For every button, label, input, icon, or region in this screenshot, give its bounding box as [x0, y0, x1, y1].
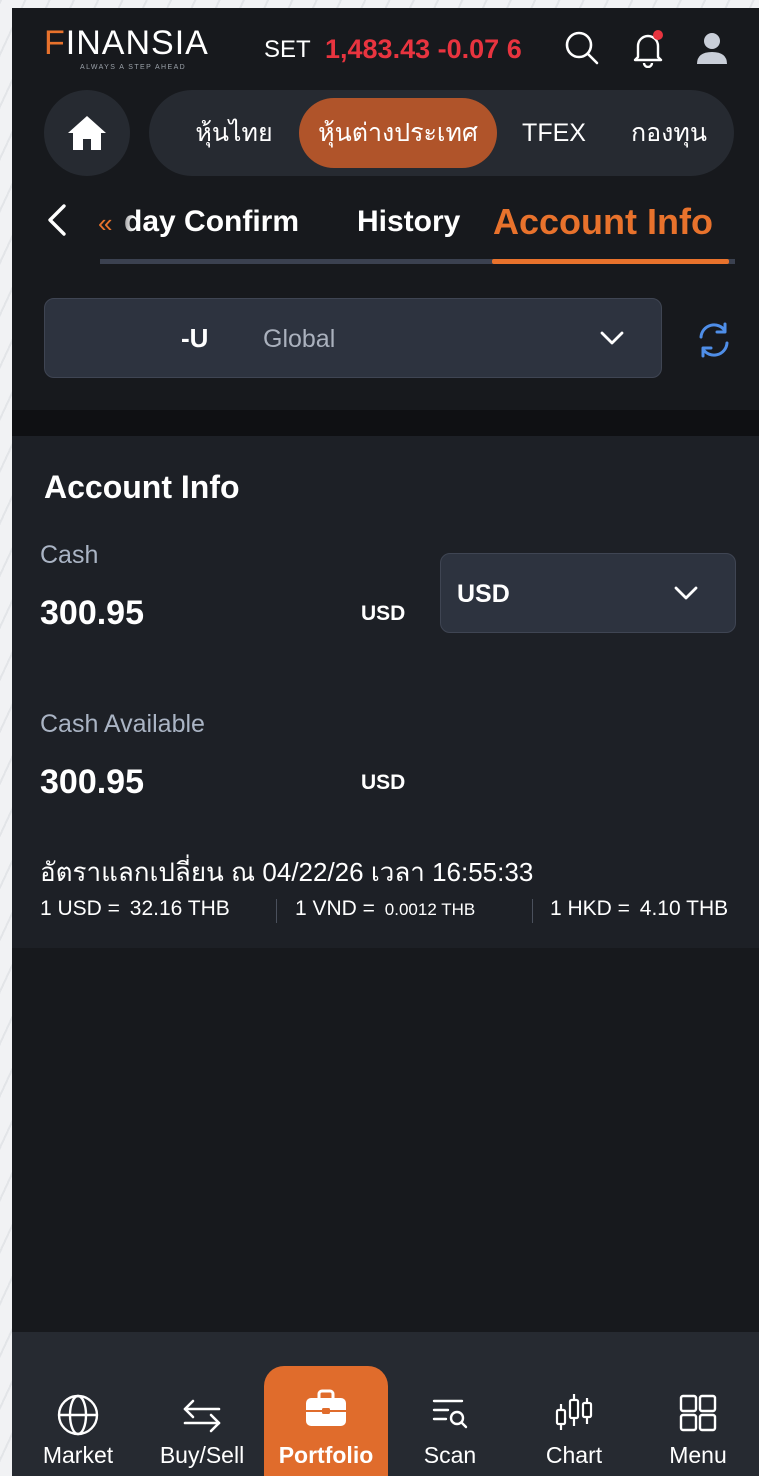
- subtab-account-info[interactable]: Account Info: [493, 201, 713, 243]
- scroll-left-icon[interactable]: «: [98, 208, 112, 239]
- set-index-value: 1,483.43: [325, 34, 431, 64]
- exchange-rate-title: อัตราแลกเปลี่ยน ณ 04/22/26 เวลา 16:55:33: [40, 857, 534, 887]
- nav-tab-thai-stocks[interactable]: หุ้นไทย: [169, 98, 299, 168]
- nav-tab-tfex[interactable]: TFEX: [505, 98, 603, 168]
- cash-unit: USD: [361, 602, 406, 625]
- search-icon: [565, 31, 599, 65]
- set-index-change-extra: 6: [506, 34, 522, 64]
- globe-icon: [57, 1394, 99, 1436]
- chevron-down-icon: [600, 331, 624, 345]
- nav-tab-foreign-stocks[interactable]: หุ้นต่างประเทศ: [299, 98, 497, 168]
- set-index-label: SET: [264, 36, 311, 63]
- cash-value: 300.95: [40, 594, 144, 632]
- back-button[interactable]: [42, 200, 72, 240]
- home-icon: [68, 116, 106, 150]
- bottom-nav-buy-sell-label: Buy/Sell: [159, 1442, 245, 1468]
- search-button[interactable]: [560, 26, 604, 70]
- rate-separator: [532, 899, 533, 923]
- chevron-left-icon: [48, 204, 66, 236]
- set-index-change: -0.07: [437, 34, 500, 64]
- scan-filter-icon: [432, 1399, 468, 1429]
- rate-usd-base: 1 USD =: [40, 897, 120, 920]
- chevron-down-icon: [674, 586, 698, 600]
- bottom-nav-menu[interactable]: Menu: [636, 1332, 759, 1476]
- market-nav: หุ้นไทย หุ้นต่างประเทศ TFEX กองทุน: [149, 90, 734, 176]
- rate-separator: [276, 899, 277, 923]
- currency-select[interactable]: USD: [440, 553, 736, 633]
- refresh-button[interactable]: [694, 320, 734, 360]
- briefcase-icon: [306, 1389, 346, 1426]
- swap-arrows-icon: [183, 1399, 221, 1433]
- bottom-nav-buy-sell[interactable]: Buy/Sell: [140, 1332, 264, 1476]
- currency-selected: USD: [457, 580, 510, 608]
- bottom-nav-market[interactable]: Market: [16, 1332, 140, 1476]
- notification-button[interactable]: [626, 26, 670, 70]
- account-type: Global: [263, 325, 336, 353]
- refresh-icon: [699, 322, 729, 358]
- rate-hkd: 1 HKD = 4.10 THB: [550, 897, 728, 921]
- subtab-day-confirm[interactable]: day Confirm: [124, 205, 299, 239]
- subtab-active-indicator: [492, 259, 729, 264]
- profile-button[interactable]: [690, 26, 734, 70]
- bottom-nav-portfolio[interactable]: Portfolio: [264, 1366, 388, 1476]
- bottom-nav-portfolio-label: Portfolio: [278, 1442, 374, 1468]
- bottom-nav-scan-label: Scan: [423, 1442, 477, 1468]
- rate-usd-value: 32.16 THB: [129, 897, 230, 920]
- bottom-nav-chart-label: Chart: [545, 1442, 603, 1468]
- logo-text: INANSIA: [65, 24, 209, 62]
- user-icon: [697, 33, 727, 64]
- cash-available-label: Cash Available: [40, 710, 205, 738]
- bottom-nav-market-label: Market: [42, 1442, 114, 1468]
- section-divider: [12, 410, 759, 436]
- bottom-nav-scan[interactable]: Scan: [388, 1332, 512, 1476]
- rate-hkd-base: 1 HKD =: [550, 897, 630, 920]
- cash-label: Cash: [40, 541, 99, 569]
- app-header: FINANSIA ALWAYS A STEP AHEAD SET 1,483.4…: [12, 8, 759, 90]
- logo-mark: F: [44, 24, 66, 62]
- finansia-logo: FINANSIA ALWAYS A STEP AHEAD: [44, 24, 209, 71]
- candlestick-icon: [555, 1394, 593, 1430]
- rate-hkd-value: 4.10 THB: [639, 897, 729, 920]
- subtab-history[interactable]: History: [357, 205, 460, 239]
- rate-vnd: 1 VND = 0.0012 THB: [295, 897, 475, 921]
- home-button[interactable]: [44, 90, 130, 176]
- logo-tagline: ALWAYS A STEP AHEAD: [80, 64, 187, 71]
- cash-available-value: 300.95: [40, 763, 144, 801]
- rate-vnd-base: 1 VND =: [295, 897, 375, 920]
- account-info-title: Account Info: [44, 469, 240, 505]
- cash-available-unit: USD: [361, 771, 406, 794]
- bottom-nav-chart[interactable]: Chart: [512, 1332, 636, 1476]
- bell-icon: [633, 30, 663, 68]
- nav-tab-funds[interactable]: กองทุน: [613, 98, 725, 168]
- account-info-card: Account Info Cash 300.95 USD USD Cash Av…: [12, 436, 759, 948]
- bottom-nav: Market Buy/Sell Portfolio Scan Chart Men…: [12, 1332, 759, 1476]
- set-index-values[interactable]: 1,483.43 -0.07 6: [325, 34, 522, 65]
- account-select[interactable]: -U Global: [44, 298, 662, 378]
- account-id: -U: [181, 323, 209, 353]
- app-screen: FINANSIA ALWAYS A STEP AHEAD SET 1,483.4…: [12, 8, 759, 1476]
- grid-menu-icon: [679, 1394, 717, 1432]
- bottom-nav-menu-label: Menu: [669, 1442, 727, 1468]
- rate-vnd-value: 0.0012 THB: [384, 900, 476, 919]
- rate-usd: 1 USD = 32.16 THB: [40, 897, 230, 921]
